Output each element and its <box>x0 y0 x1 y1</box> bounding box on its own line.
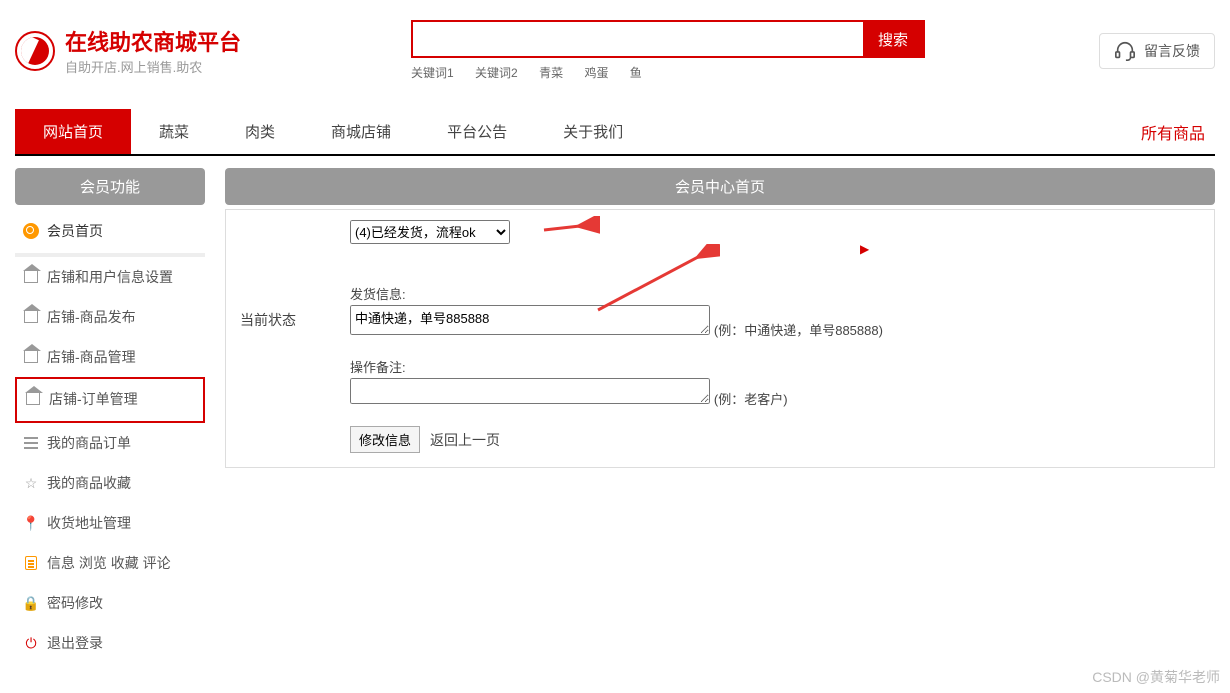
document-icon <box>23 555 39 571</box>
keyword-link[interactable]: 关键词1 <box>411 66 454 80</box>
note-hint: (例：老客户) <box>714 392 788 407</box>
submit-button[interactable]: 修改信息 <box>350 426 420 453</box>
home-icon <box>25 391 41 407</box>
ship-info-hint: (例：中通快递，单号885888) <box>714 323 883 338</box>
power-icon: ⏻ <box>23 635 39 651</box>
sidebar-item-info-browse[interactable]: 信息 浏览 收藏 评论 <box>15 543 205 583</box>
sidebar-item-label: 密码修改 <box>47 593 103 613</box>
status-select[interactable]: (4)已经发货，流程ok <box>350 220 510 244</box>
sidebar-item-label: 信息 浏览 收藏 评论 <box>47 553 171 573</box>
sidebar-item-logout[interactable]: ⏻ 退出登录 <box>15 623 205 663</box>
home-icon <box>23 309 39 325</box>
note-label: 操作备注: <box>350 357 1200 376</box>
location-icon: 📍 <box>23 515 39 531</box>
nav-item[interactable]: 蔬菜 <box>131 109 217 154</box>
feedback-button[interactable]: 留言反馈 <box>1099 33 1215 69</box>
member-home-icon <box>23 223 39 239</box>
logo-area[interactable]: 在线助农商城平台 自助开店.网上销售.助农 <box>15 25 241 76</box>
sidebar-item-label: 店铺-商品发布 <box>47 307 136 327</box>
nav-item[interactable]: 肉类 <box>217 109 303 154</box>
lock-icon: 🔒 <box>23 595 39 611</box>
feedback-label: 留言反馈 <box>1144 41 1200 61</box>
ship-info-textarea[interactable] <box>350 305 710 335</box>
back-link[interactable]: 返回上一页 <box>430 430 500 450</box>
keyword-link[interactable]: 青菜 <box>539 66 563 80</box>
header: 在线助农商城平台 自助开店.网上销售.助农 搜索 关键词1 关键词2 青菜 鸡蛋… <box>15 0 1215 91</box>
site-subtitle: 自助开店.网上销售.助农 <box>65 57 241 76</box>
main-panel: 会员中心首页 当前状态 (4)已经发货，流程ok ▶ <box>225 168 1215 468</box>
sidebar-item-address-manage[interactable]: 📍 收货地址管理 <box>15 503 205 543</box>
nav-item[interactable]: 关于我们 <box>535 109 651 154</box>
sidebar-item-label: 店铺-订单管理 <box>49 389 138 409</box>
main-nav: 网站首页 蔬菜 肉类 商城店铺 平台公告 关于我们 所有商品 <box>15 109 1215 156</box>
sidebar-item-label: 我的商品收藏 <box>47 473 131 493</box>
headset-icon <box>1114 40 1136 62</box>
list-icon <box>23 435 39 451</box>
sidebar-item-label: 会员首页 <box>47 221 103 241</box>
sidebar: 会员功能 会员首页 店铺和用户信息设置 店铺-商品发布 店铺-商品管理 <box>15 168 205 663</box>
home-icon <box>23 349 39 365</box>
nav-all-products[interactable]: 所有商品 <box>1141 120 1215 144</box>
search-keywords: 关键词1 关键词2 青菜 鸡蛋 鱼 <box>411 64 925 81</box>
sidebar-item-shop-user-settings[interactable]: 店铺和用户信息设置 <box>15 257 205 297</box>
nav-item-home[interactable]: 网站首页 <box>15 109 131 154</box>
keyword-link[interactable]: 关键词2 <box>475 66 518 80</box>
ship-info-label: 发货信息: <box>350 284 1200 303</box>
sidebar-item-order-manage[interactable]: 店铺-订单管理 <box>15 377 205 423</box>
keyword-link[interactable]: 鱼 <box>630 66 642 80</box>
sidebar-item-member-home[interactable]: 会员首页 <box>15 211 205 257</box>
note-textarea[interactable] <box>350 378 710 404</box>
annotation-triangle-icon: ▶ <box>860 242 869 256</box>
sidebar-item-label: 退出登录 <box>47 633 103 653</box>
annotation-arrow-icon <box>540 216 600 240</box>
sidebar-title: 会员功能 <box>15 168 205 205</box>
sidebar-item-label: 店铺-商品管理 <box>47 347 136 367</box>
search-input[interactable] <box>413 22 863 56</box>
panel-title: 会员中心首页 <box>225 168 1215 205</box>
sidebar-item-product-manage[interactable]: 店铺-商品管理 <box>15 337 205 377</box>
sidebar-item-label: 我的商品订单 <box>47 433 131 453</box>
logo-icon <box>15 31 55 71</box>
keyword-link[interactable]: 鸡蛋 <box>584 66 608 80</box>
search-box: 搜索 <box>411 20 925 58</box>
sidebar-item-my-orders[interactable]: 我的商品订单 <box>15 423 205 463</box>
watermark: CSDN @黄菊华老师 <box>1092 667 1220 687</box>
sidebar-item-label: 店铺和用户信息设置 <box>47 267 173 287</box>
sidebar-item-password[interactable]: 🔒 密码修改 <box>15 583 205 623</box>
row-label-current-status: 当前状态 <box>240 220 350 453</box>
sidebar-item-label: 收货地址管理 <box>47 513 131 533</box>
star-icon: ☆ <box>23 475 39 491</box>
nav-item[interactable]: 商城店铺 <box>303 109 419 154</box>
home-icon <box>23 269 39 285</box>
sidebar-item-my-favorites[interactable]: ☆ 我的商品收藏 <box>15 463 205 503</box>
nav-item[interactable]: 平台公告 <box>419 109 535 154</box>
sidebar-item-product-publish[interactable]: 店铺-商品发布 <box>15 297 205 337</box>
site-title: 在线助农商城平台 <box>65 25 241 57</box>
search-button[interactable]: 搜索 <box>863 22 923 56</box>
